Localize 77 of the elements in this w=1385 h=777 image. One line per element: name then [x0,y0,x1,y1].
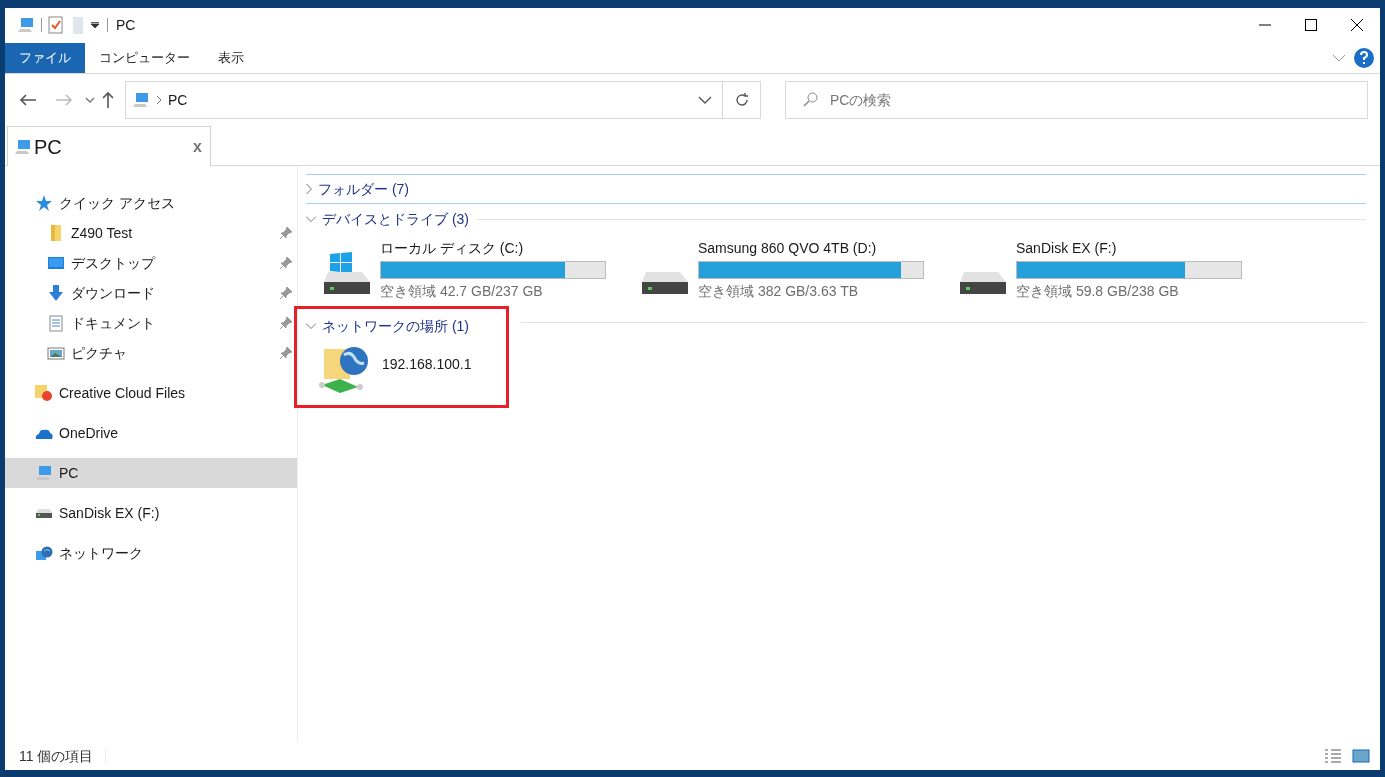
ribbon-tab[interactable]: コンピューター [85,42,204,73]
chevron-icon[interactable] [85,97,95,103]
pin-icon[interactable] [279,226,293,240]
pin-icon[interactable] [279,316,293,330]
sidebar-item[interactable]: デスクトップ [5,248,297,278]
chevron-icon[interactable] [1332,53,1346,62]
search-field[interactable]: PCの検索 [785,81,1368,119]
sidebar-item[interactable]: クイック アクセス [5,188,297,218]
maximize-icon [1305,19,1317,31]
ribbon-tab[interactable]: 表示 [204,42,258,73]
sidebar-item[interactable]: OneDrive [5,418,297,448]
item-count: 11 個の項目 [19,746,94,766]
window-title: PC [116,15,136,35]
help-icon[interactable] [1354,47,1374,68]
computer-icon [17,17,35,33]
group-header[interactable]: フォルダー (7) [306,178,409,200]
network-icon [35,545,53,561]
download-arrow-icon [48,285,64,301]
free-space: 空き領域 382 GB/3.63 TB [698,282,860,301]
chevron-right-icon [306,184,312,194]
drive-tile[interactable]: ローカル ディスク (C:) 空き領域 42.7 GB/237 GB [306,238,606,302]
ribbon-tab[interactable]: ファイル [5,42,85,73]
folder-icon [35,384,53,402]
sidebar-item[interactable]: Z490 Test [5,218,297,248]
sidebar-item[interactable]: Creative Cloud Files [5,378,297,408]
windows-drive-icon [324,252,370,294]
picture-icon [47,346,65,360]
close-tab-button[interactable]: x [193,134,202,159]
computer-icon [132,92,150,108]
pin-icon[interactable] [279,256,293,270]
sidebar-item[interactable]: ピクチャ [5,338,297,368]
document-icon [49,314,63,332]
up-arrow-icon[interactable] [101,91,115,109]
address-text: PC [168,90,188,110]
refresh-icon [734,93,749,107]
search-icon [803,92,818,107]
minimize-icon [1259,24,1271,26]
computer-icon [35,465,53,481]
drive-name: ローカル ディスク (C:) [380,239,525,258]
sidebar-item[interactable]: PC [5,458,297,488]
free-space: 空き領域 42.7 GB/237 GB [380,282,544,301]
tab-title: PC [34,134,62,160]
chevron-right-icon [156,95,162,105]
chevron-down-icon [306,216,316,222]
close-icon [1351,19,1363,31]
cloud-icon [35,427,53,439]
sidebar-item[interactable]: ドキュメント [5,308,297,338]
address-bar[interactable]: PC [125,81,761,119]
folder-icon [50,225,62,241]
chevron-down-icon [306,323,316,329]
dropdown-icon[interactable] [698,96,712,104]
star-icon [35,194,53,212]
network-location[interactable]: 192.168.100.1 [306,345,472,397]
drive-icon [35,508,53,518]
drive-name: Samsung 860 QVO 4TB (D:) [698,239,878,258]
pin-icon[interactable] [279,286,293,300]
drive-tile[interactable]: SanDisk EX (F:) 空き領域 59.8 GB/238 GB [942,238,1242,302]
details-view-icon[interactable] [1324,749,1342,763]
checklist-icon[interactable] [48,16,63,34]
sidebar-item[interactable]: ダウンロード [5,278,297,308]
large-icons-view-icon[interactable] [1352,749,1370,763]
drive-icon [642,272,688,294]
back-arrow-icon[interactable] [19,93,37,107]
drive-icon [960,272,1006,294]
computer-icon [14,138,32,155]
dropdown-icon[interactable] [91,22,99,28]
group-header[interactable]: デバイスとドライブ (3) [306,208,469,230]
desktop-icon [47,257,65,269]
forward-arrow-icon[interactable] [55,93,73,107]
pin-icon[interactable] [279,346,293,360]
view-tab[interactable]: PC x [7,126,211,166]
free-space: 空き領域 59.8 GB/238 GB [1016,282,1180,301]
group-header[interactable]: ネットワークの場所 (1) [306,315,469,337]
drive-tile[interactable]: Samsung 860 QVO 4TB (D:) 空き領域 382 GB/3.63 TB [624,238,924,302]
drive-name: SanDisk EX (F:) [1016,239,1118,258]
sidebar-item[interactable]: SanDisk EX (F:) [5,498,297,528]
sidebar-item[interactable]: ネットワーク [5,538,297,568]
